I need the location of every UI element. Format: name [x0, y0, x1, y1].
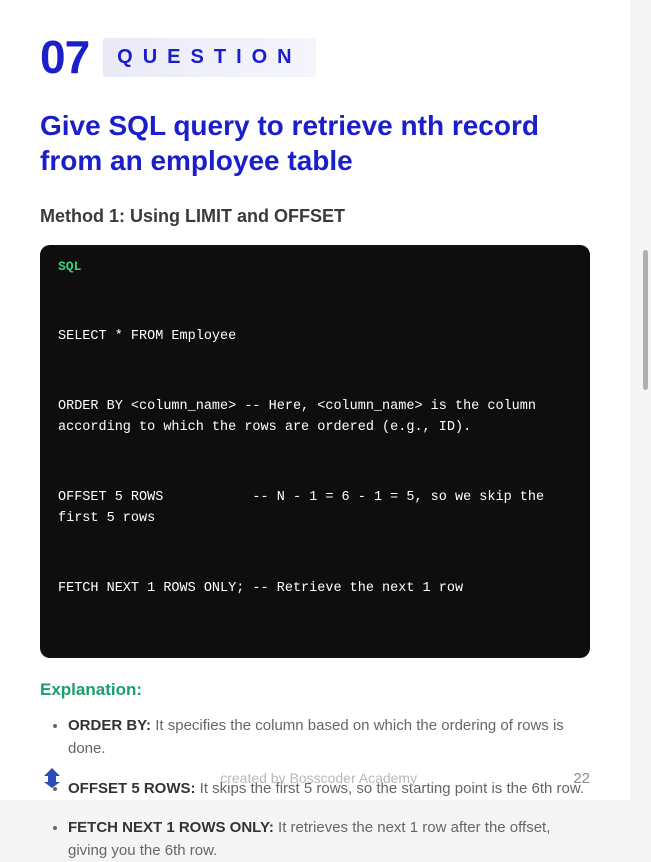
page-footer: created by Bosscoder Academy 22: [0, 766, 630, 790]
code-line: OFFSET 5 ROWS -- N - 1 = 6 - 1 = 5, so w…: [58, 488, 572, 529]
question-title: Give SQL query to retrieve nth record fr…: [40, 108, 590, 178]
explanation-heading: Explanation:: [40, 680, 590, 700]
code-language-label: SQL: [58, 259, 572, 274]
brand-logo-icon: [40, 766, 64, 790]
code-line: SELECT * FROM Employee: [58, 327, 572, 347]
code-line: FETCH NEXT 1 ROWS ONLY; -- Retrieve the …: [58, 579, 572, 599]
explanation-item: FETCH NEXT 1 ROWS ONLY: It retrieves the…: [68, 816, 590, 862]
footer-credit: created by Bosscoder Academy: [64, 770, 573, 786]
question-number: 07: [40, 30, 89, 84]
code-body: SELECT * FROM Employee ORDER BY <column_…: [58, 286, 572, 640]
explanation-term: ORDER BY:: [68, 717, 151, 734]
explanation-item: ORDER BY: It specifies the column based …: [68, 714, 590, 761]
page-number: 22: [573, 770, 590, 787]
scrollbar-thumb[interactable]: [643, 250, 648, 390]
method-heading: Method 1: Using LIMIT and OFFSET: [40, 206, 590, 227]
code-line: ORDER BY <column_name> -- Here, <column_…: [58, 397, 572, 438]
document-page: 07 QUESTION Give SQL query to retrieve n…: [0, 0, 630, 800]
question-header: 07 QUESTION: [40, 30, 590, 84]
question-label: QUESTION: [103, 38, 315, 77]
code-block: SQL SELECT * FROM Employee ORDER BY <col…: [40, 245, 590, 658]
explanation-term: FETCH NEXT 1 ROWS ONLY:: [68, 819, 274, 836]
